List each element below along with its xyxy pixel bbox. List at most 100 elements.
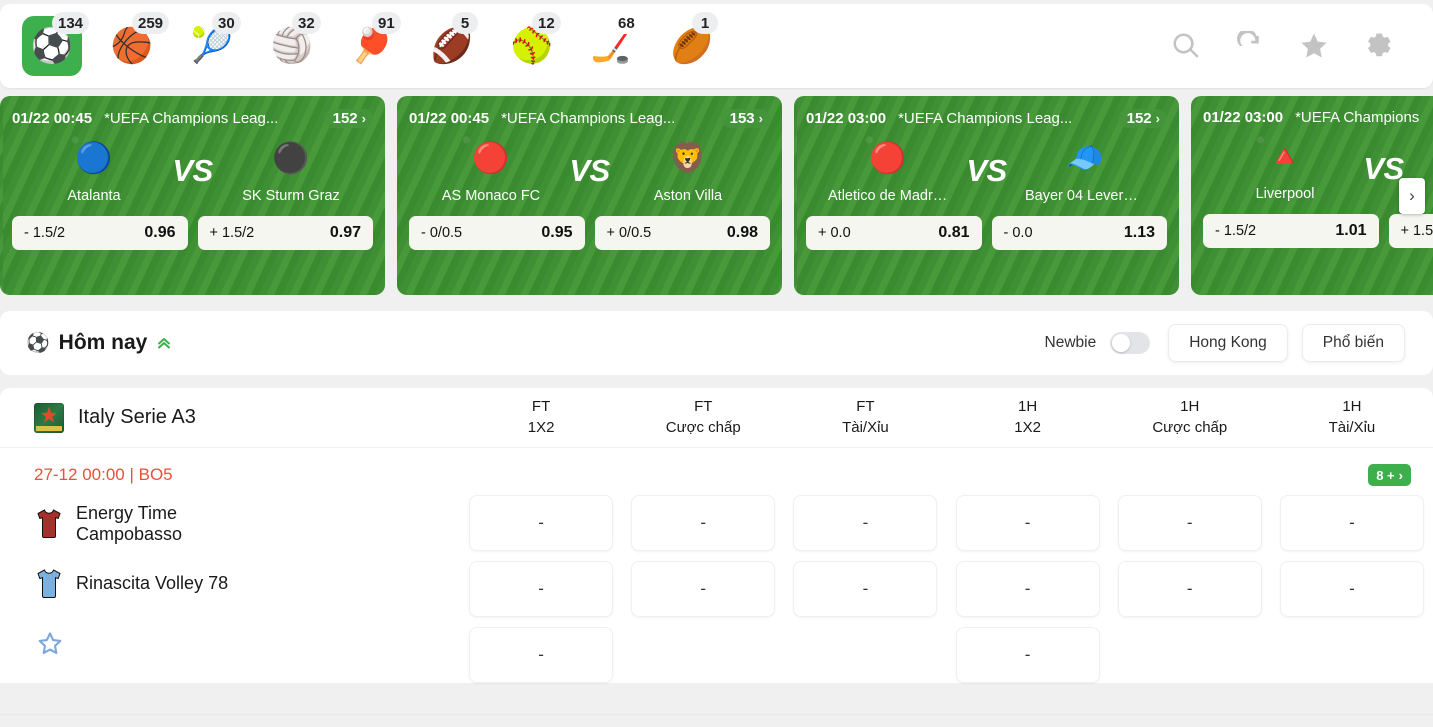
period-label: 1H [1018,398,1038,416]
match-row: Energy Time Campobasso Rinascita Volley … [0,486,1433,683]
table-tennis-icon: 🏓 [350,27,394,65]
today-section-toggle[interactable]: ⚽ Hôm nay [26,331,172,355]
sport-count-badge: 91 [372,12,401,34]
home-team-name: Energy Time Campobasso [76,503,182,545]
odds-cell[interactable]: - [793,561,938,617]
favorite-row [34,613,460,675]
sport-tab-volleyball[interactable]: 🏐 32 [262,12,322,76]
market-column-header: 1H Tài/Xỉu [1271,397,1433,438]
home-team-name: Liverpool [1255,186,1315,202]
odds-cell[interactable]: - [955,627,1100,683]
sport-tab-basketball[interactable]: 🏀 259 [102,12,170,76]
home-team-name: AS Monaco FC [441,188,541,204]
vs-label: VS [569,153,610,188]
sport-count-badge: 134 [52,12,90,34]
odds-button[interactable]: + 0.0 0.81 [806,216,982,250]
settings-gear-icon[interactable] [1363,31,1393,61]
odds-cell[interactable]: - [469,627,614,683]
sport-tab-tennis[interactable]: 🎾 30 [182,12,242,76]
odds-value: 0.81 [938,224,970,241]
featured-match-card[interactable]: 01/22 00:45 *UEFA Champions Leag... 152 › 🔵 A… [0,96,385,295]
market-label: 1X2 [527,418,555,436]
odds-value: 0.95 [541,224,573,241]
newbie-toggle[interactable] [1110,332,1151,354]
league-header-row: Italy Serie A3 FT 1X2 FT Cược chấp FT Tài/Xỉu… [0,388,1433,448]
away-team-logo: ⚫ [272,142,310,175]
market-count: 152 [332,110,358,127]
odds-button[interactable]: - 0.0 1.13 [991,216,1167,250]
market-label: 1X2 [1014,418,1041,436]
today-controls: Newbie Hong Kong Phổ biến [1045,324,1405,362]
card-header: 01/22 00:45 *UEFA Champions Leag... 153 › [397,96,782,128]
featured-match-card[interactable]: 01/22 00:45 *UEFA Champions Leag... 153 › 🔴 A… [397,96,782,295]
odds-cell[interactable]: - [469,561,614,617]
away-team-line[interactable]: Rinascita Volley 78 [34,555,460,613]
more-markets-badge[interactable]: 8 + › [1368,464,1411,486]
odds-cell[interactable]: - [469,495,614,551]
league-flag-icon [34,402,64,433]
odds-column: - - - [460,486,622,683]
market-label: Cược chấp [1152,418,1228,436]
home-team-line[interactable]: Energy Time Campobasso [34,495,460,553]
odds-cell[interactable]: - [1117,561,1262,617]
sport-count-badge: 259 [132,12,170,34]
market-count-badge[interactable]: 152 › [1117,109,1167,128]
odds-button[interactable]: + 1.5/2 0.97 [197,216,373,250]
card-header: 01/22 03:00 *UEFA Champions Leag... 152 › [794,96,1179,128]
today-title: Hôm nay [58,331,148,354]
market-label: Tài/Xỉu [1328,418,1376,436]
home-team: 🔴 Atletico de Madri... [828,138,948,205]
odds-button[interactable]: - 1.5/2 1.01 [1203,214,1379,248]
sport-tab-ice-hockey[interactable]: 🏒 68 [582,12,642,76]
odds-cell[interactable]: - [955,561,1100,617]
card-body: 🔵 Atalanta VS ⚫ SK Sturm Graz [0,128,385,205]
favorites-star-icon[interactable] [1299,31,1329,61]
period-label: 1H [1342,398,1362,416]
favorite-star-icon[interactable] [36,630,64,658]
odds-cell[interactable]: - [1117,495,1262,551]
sport-tab-soccer[interactable]: ⚽ 134 [22,12,90,76]
search-icon[interactable] [1171,31,1201,61]
away-team: ⚫ SK Sturm Graz [231,138,351,205]
vs-label: VS [1363,151,1404,186]
more-markets-count: 8 + [1376,467,1395,483]
carousel-next-button[interactable]: › [1399,178,1425,214]
odds-cell[interactable]: - [1279,561,1424,617]
tennis-icon: 🎾 [190,27,234,65]
sport-tab-american-football[interactable]: 🏈 5 [422,12,482,76]
soccer-icon: ⚽ [30,27,74,65]
sport-tab-table-tennis[interactable]: 🏓 91 [342,12,402,76]
away-team-logo: 🦁 [669,142,707,175]
featured-match-card[interactable]: 01/22 03:00 *UEFA Champions Leag... 152 › 🔴 A… [794,96,1179,295]
odds-button[interactable]: - 1.5/2 0.96 [12,216,188,250]
handicap-label: + 1.5/2 [1400,223,1433,239]
odds-value: 0.96 [144,224,176,241]
refresh-icon[interactable] [1235,31,1265,61]
newbie-label: Newbie [1044,334,1097,351]
odds-cell[interactable]: - [793,495,938,551]
sort-popular-button[interactable]: Phổ biến [1301,324,1405,362]
sport-tab-baseball[interactable]: 🥎 12 [502,12,562,76]
sport-count-badge: 12 [532,12,561,34]
ice-hockey-icon: 🏒 [590,27,634,65]
odds-cell[interactable]: - [1279,495,1424,551]
market-column-header: FT Tài/Xỉu [784,397,946,438]
odds-button[interactable]: + 1.5/2 [1388,214,1433,248]
volleyball-icon: 🏐 [270,27,314,65]
odds-format-button[interactable]: Hong Kong [1168,324,1288,362]
period-label: 1H [1180,398,1200,416]
card-body: 🔺 Liverpool VS [1191,126,1433,203]
away-team-name: SK Sturm Graz [242,188,340,204]
market-count-badge[interactable]: 152 › [323,109,373,128]
card-odds: - 0/0.5 0.95 + 0/0.5 0.98 [397,204,782,250]
odds-cell[interactable]: - [631,561,776,617]
odds-cell[interactable]: - [955,495,1100,551]
featured-match-card[interactable]: 01/22 03:00 *UEFA Champions 🔺 Liverpool VS - … [1191,96,1433,295]
odds-button[interactable]: + 0/0.5 0.98 [594,216,770,250]
league-title-wrap[interactable]: Italy Serie A3 [0,402,460,433]
sport-tab-rugby[interactable]: 🏉 1 [662,12,722,76]
teams-column: Energy Time Campobasso Rinascita Volley … [0,486,460,683]
odds-button[interactable]: - 0/0.5 0.95 [409,216,585,250]
market-count-badge[interactable]: 153 › [720,109,770,128]
odds-cell[interactable]: - [631,495,776,551]
